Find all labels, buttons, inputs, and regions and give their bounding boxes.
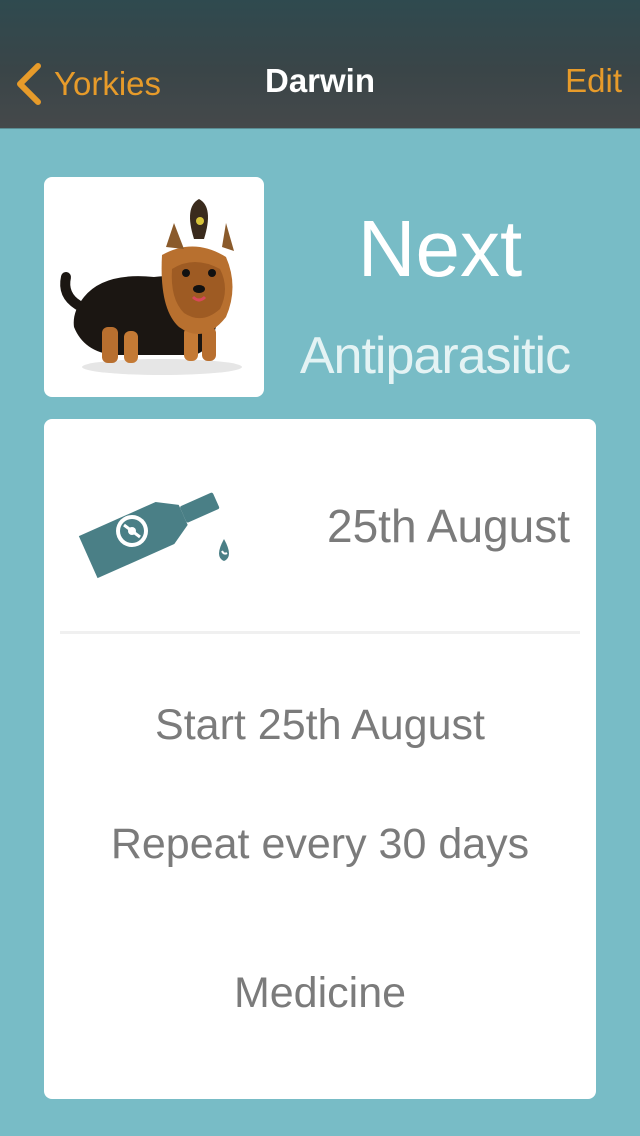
next-label: Next	[357, 204, 523, 293]
pet-photo[interactable]	[44, 177, 264, 397]
divider	[60, 631, 580, 634]
navigation-bar: Yorkies Darwin Edit	[0, 0, 640, 128]
yorkie-dog-image	[60, 199, 242, 375]
treatment-type-label: Antiparasitic	[299, 327, 571, 385]
treatment-card: 25th August Start 25th August Repeat eve…	[44, 419, 596, 1099]
page-title: Darwin	[264, 62, 376, 99]
antiparasitic-bottle-icon	[78, 492, 229, 579]
next-date: 25th August	[327, 500, 570, 552]
start-date: Start 25th August	[155, 701, 485, 749]
repeat-interval: Repeat every 30 days	[110, 820, 530, 868]
category: Medicine	[233, 969, 407, 1017]
edit-button[interactable]: Edit	[565, 62, 622, 100]
